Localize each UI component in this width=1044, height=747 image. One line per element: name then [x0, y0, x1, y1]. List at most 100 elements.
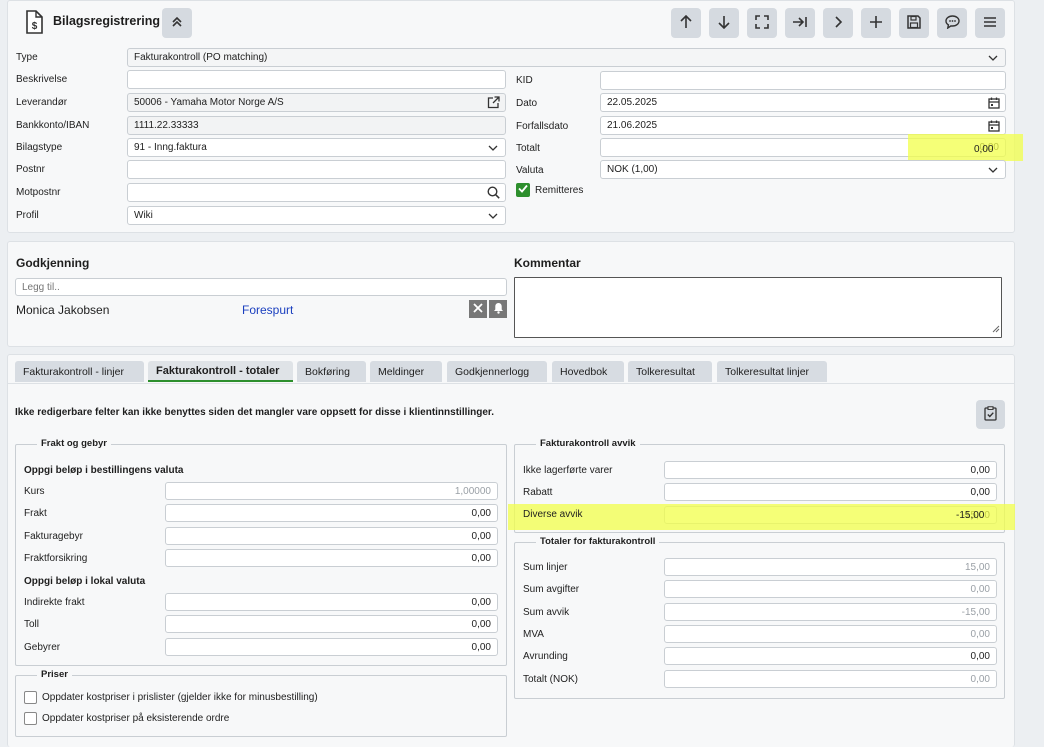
leverandor-field[interactable]: 50006 - Yamaha Motor Norge A/S	[127, 93, 506, 112]
fullscreen-button[interactable]	[747, 8, 777, 38]
kommentar-title: Kommentar	[514, 256, 581, 270]
type-label: Type	[16, 52, 38, 63]
save-button[interactable]	[899, 8, 929, 38]
remove-approver-button[interactable]	[469, 300, 487, 318]
forfallsdato-input[interactable]: 21.06.2025	[600, 116, 1006, 135]
fraktforsikring-input[interactable]: 0,00	[165, 549, 498, 567]
external-link-icon[interactable]	[487, 96, 500, 111]
tab-meldinger[interactable]: Meldinger	[370, 361, 442, 382]
tab-bokforing[interactable]: Bokføring	[297, 361, 366, 382]
search-icon[interactable]	[487, 186, 500, 201]
remind-approver-button[interactable]	[489, 300, 507, 318]
sum-avvik-input[interactable]: -15,00	[664, 603, 997, 621]
tab-fakturakontroll-totaler[interactable]: Fakturakontroll - totaler	[148, 361, 293, 382]
calendar-icon[interactable]	[988, 120, 1000, 134]
fullscreen-icon	[755, 14, 769, 32]
totalt-nok-input[interactable]: 0,00	[664, 670, 997, 688]
motpostnr-input[interactable]	[127, 183, 506, 202]
previous-record-button[interactable]	[671, 8, 701, 38]
svg-text:$: $	[32, 21, 38, 32]
diverse-avvik-value-text: -15,00	[956, 510, 985, 521]
add-approver-input[interactable]	[15, 278, 507, 296]
update-pricelist-checkbox[interactable]	[24, 691, 37, 704]
fakturagebyr-label: Fakturagebyr	[24, 531, 83, 542]
collapse-button[interactable]	[162, 8, 192, 38]
mva-label: MVA	[523, 629, 544, 640]
frakt-input[interactable]: 0,00	[165, 504, 498, 522]
menu-button[interactable]	[975, 8, 1005, 38]
dato-value: 22.05.2025	[607, 97, 658, 108]
kurs-label: Kurs	[24, 486, 45, 497]
tab-divider	[8, 383, 1014, 384]
sum-linjer-input[interactable]: 15,00	[664, 558, 997, 576]
kid-input[interactable]	[600, 71, 1006, 90]
tab-hovedbok[interactable]: Hovedbok	[552, 361, 624, 382]
postnr-label: Postnr	[16, 164, 45, 175]
indirekte-frakt-label: Indirekte frakt	[24, 597, 85, 608]
totalt-value-text: 0,00	[974, 144, 994, 155]
chevron-down-icon	[988, 54, 998, 65]
leverandor-label: Leverandør	[16, 97, 68, 108]
bankkonto-field[interactable]: 1111.22.33333	[127, 116, 506, 135]
type-select[interactable]: Fakturakontroll (PO matching)	[127, 48, 1006, 67]
dato-input[interactable]: 22.05.2025	[600, 93, 1006, 112]
godkjenning-title: Godkjenning	[16, 256, 90, 270]
remitteres-label: Remitteres	[535, 185, 584, 196]
frakt-label: Frakt	[24, 508, 47, 519]
tab-tolkeresultat-linjer[interactable]: Tolkeresultat linjer	[717, 361, 827, 382]
chevron-down-icon	[488, 144, 498, 155]
valuta-label: Valuta	[516, 165, 544, 176]
checkmark-icon	[518, 184, 528, 196]
update-pricelist-label: Oppdater kostpriser i prislister (gjelde…	[42, 692, 318, 703]
priser-fieldset: Priser Oppdater kostpriser i prislister …	[15, 669, 507, 737]
next-record-button[interactable]	[709, 8, 739, 38]
avrunding-label: Avrunding	[523, 651, 568, 662]
frakt-legend: Frakt og gebyr	[37, 438, 111, 449]
totalt-label: Totalt	[516, 143, 540, 154]
close-icon	[473, 302, 483, 316]
fraktforsikring-label: Fraktforsikring	[24, 553, 88, 564]
ikke-lagerforte-input[interactable]: 0,00	[664, 461, 997, 479]
bilagstype-select[interactable]: 91 - Inng.faktura	[127, 138, 506, 157]
diverse-avvik-label: Diverse avvik	[523, 509, 583, 520]
sum-avgifter-input[interactable]: 0,00	[664, 580, 997, 598]
postnr-input[interactable]	[127, 160, 506, 179]
profil-select[interactable]: Wiki	[127, 206, 506, 225]
rabatt-input[interactable]: 0,00	[664, 483, 997, 501]
comments-button[interactable]	[937, 8, 967, 38]
add-button[interactable]	[861, 8, 891, 38]
next-button[interactable]	[823, 8, 853, 38]
tab-fakturakontroll-linjer[interactable]: Fakturakontroll - linjer	[15, 361, 144, 382]
remitteres-checkbox[interactable]	[516, 183, 530, 197]
kurs-input[interactable]: 1,00000	[165, 482, 498, 500]
ikke-lagerforte-label: Ikke lagerførte varer	[523, 465, 613, 476]
voucher-form-panel: $ Bilagsregistrering Type Fakturakontrol…	[7, 0, 1023, 233]
toll-input[interactable]: 0,00	[165, 615, 498, 633]
tab-tolkeresultat[interactable]: Tolkeresultat	[628, 361, 712, 382]
highlight-marker	[508, 504, 1015, 530]
update-orders-label: Oppdater kostpriser på eksisterende ordr…	[42, 713, 230, 724]
kid-label: KID	[516, 75, 533, 86]
frakt-fieldset: Frakt og gebyr Oppgi beløp i bestillinge…	[15, 438, 507, 666]
mva-input[interactable]: 0,00	[664, 625, 997, 643]
beskrivelse-input[interactable]	[127, 70, 506, 89]
fakturagebyr-input[interactable]: 0,00	[165, 527, 498, 545]
tab-godkjennerlogg[interactable]: Godkjennerlogg	[447, 361, 547, 382]
goto-last-button[interactable]	[785, 8, 815, 38]
avrunding-input[interactable]: 0,00	[664, 647, 997, 665]
gebyrer-input[interactable]: 0,00	[165, 638, 498, 656]
double-chevron-up-icon	[170, 15, 184, 32]
comment-textarea[interactable]	[514, 277, 1002, 338]
calendar-icon[interactable]	[988, 97, 1000, 111]
bilagstype-label: Bilagstype	[16, 142, 63, 153]
resize-handle-icon[interactable]	[992, 325, 1000, 336]
arrow-down-icon	[717, 15, 731, 32]
valuta-select[interactable]: NOK (1,00)	[600, 160, 1006, 179]
hamburger-menu-icon	[983, 15, 997, 32]
clipboard-check-button[interactable]	[976, 400, 1005, 429]
motpostnr-label: Motpostnr	[16, 187, 61, 198]
frakt-section2-title: Oppgi beløp i lokal valuta	[24, 576, 146, 587]
sum-legend: Totaler for fakturakontroll	[536, 536, 660, 547]
update-orders-checkbox[interactable]	[24, 712, 37, 725]
indirekte-frakt-input[interactable]: 0,00	[165, 593, 498, 611]
